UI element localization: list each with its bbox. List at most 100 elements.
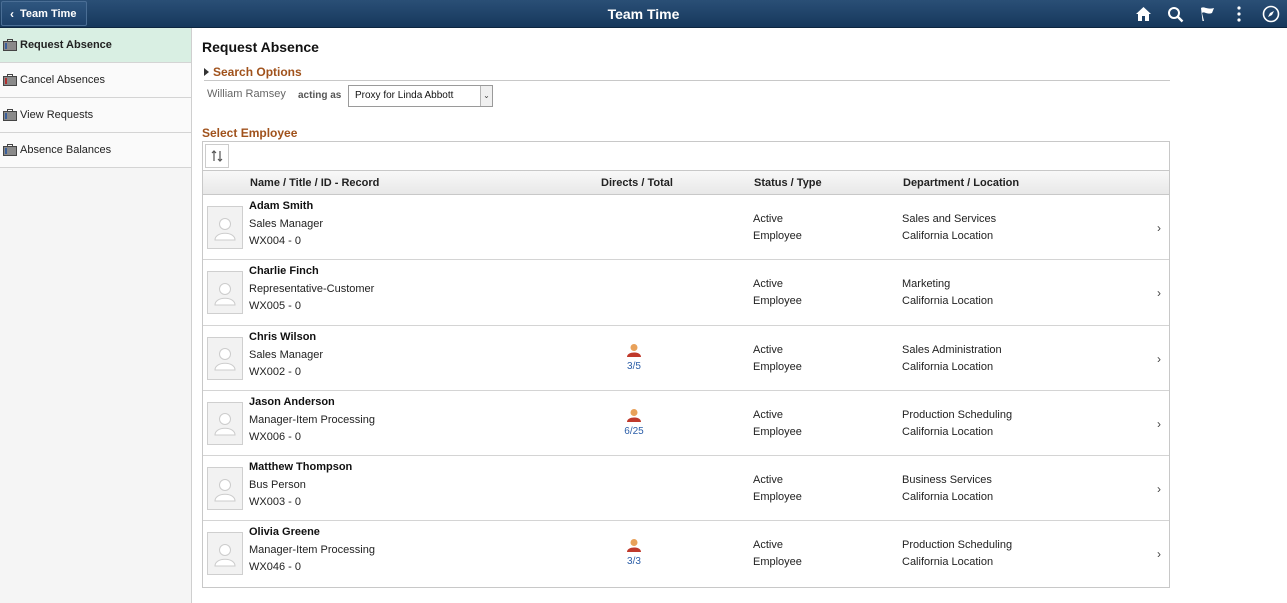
table-row[interactable]: Matthew Thompson Bus Person WX003 - 0 Ac… [203, 456, 1169, 521]
sidebar-item-cancel-absences[interactable]: Cancel Absences [0, 63, 191, 98]
employee-department: Business Services [902, 474, 992, 486]
chevron-right-icon: › [1157, 417, 1161, 431]
employee-status: Active [753, 409, 783, 421]
briefcase-icon [3, 109, 17, 121]
page-header-title: Team Time [0, 0, 1287, 28]
employee-department: Marketing [902, 278, 950, 290]
employee-department: Sales Administration [902, 344, 1002, 356]
employee-title: Manager-Item Processing [249, 414, 375, 426]
avatar [207, 402, 243, 445]
employee-grid: Name / Title / ID - Record Directs / Tot… [202, 141, 1170, 588]
avatar [207, 337, 243, 380]
search-icon[interactable] [1159, 0, 1191, 28]
briefcase-icon [3, 144, 17, 156]
employee-id: WX006 - 0 [249, 431, 301, 443]
employee-id: WX046 - 0 [249, 561, 301, 573]
employee-type: Employee [753, 556, 802, 568]
briefcase-icon [3, 74, 17, 86]
col-header-directs[interactable]: Directs / Total [601, 177, 673, 189]
select-employee-heading: Select Employee [202, 126, 297, 140]
employee-status: Active [753, 213, 783, 225]
employee-name: Adam Smith [249, 200, 313, 212]
acting-as-label: acting as [298, 90, 341, 101]
sidebar-item-label: View Requests [20, 109, 93, 121]
proxy-user-name: William Ramsey [207, 88, 286, 100]
employee-location: California Location [902, 426, 993, 438]
sidebar-item-label: Absence Balances [20, 144, 111, 156]
employee-title: Bus Person [249, 479, 306, 491]
page-title: Request Absence [202, 39, 319, 55]
avatar [207, 467, 243, 510]
employee-location: California Location [902, 230, 993, 242]
team-members-icon [626, 343, 642, 357]
sidebar-item-label: Request Absence [20, 39, 112, 51]
chevron-left-icon: ‹ [10, 8, 14, 20]
directs-link[interactable]: 6/25 [623, 408, 645, 437]
team-members-icon [626, 538, 642, 552]
acting-as-value: Proxy for Linda Abbott [355, 90, 453, 101]
employee-department: Production Scheduling [902, 409, 1012, 421]
home-icon[interactable] [1127, 0, 1159, 28]
employee-id: WX004 - 0 [249, 235, 301, 247]
directs-link[interactable]: 3/5 [623, 343, 645, 372]
acting-as-select[interactable]: Proxy for Linda Abbott ⌄ [348, 85, 493, 107]
employee-location: California Location [902, 556, 993, 568]
chevron-right-icon: › [1157, 286, 1161, 300]
employee-location: California Location [902, 295, 993, 307]
employee-id: WX002 - 0 [249, 366, 301, 378]
table-row[interactable]: Adam Smith Sales Manager WX004 - 0 Activ… [203, 195, 1169, 260]
flag-icon[interactable] [1191, 0, 1223, 28]
employee-location: California Location [902, 491, 993, 503]
caret-right-icon [204, 68, 209, 76]
employee-name: Matthew Thompson [249, 461, 352, 473]
chevron-right-icon: › [1157, 221, 1161, 235]
employee-location: California Location [902, 361, 993, 373]
employee-name: Olivia Greene [249, 526, 320, 538]
sidebar-item-label: Cancel Absences [20, 74, 105, 86]
sidebar-item-view-requests[interactable]: View Requests [0, 98, 191, 133]
col-header-department[interactable]: Department / Location [903, 177, 1019, 189]
employee-status: Active [753, 474, 783, 486]
employee-name: Charlie Finch [249, 265, 319, 277]
sort-icon [211, 150, 223, 162]
employee-type: Employee [753, 426, 802, 438]
employee-type: Employee [753, 295, 802, 307]
avatar [207, 206, 243, 249]
employee-title: Representative-Customer [249, 283, 374, 295]
chevron-down-icon: ⌄ [480, 86, 492, 106]
briefcase-icon [3, 39, 17, 51]
sort-button[interactable] [205, 144, 229, 168]
back-button[interactable]: ‹ Team Time [1, 1, 87, 26]
sidebar-item-absence-balances[interactable]: Absence Balances [0, 133, 191, 168]
back-button-label: Team Time [20, 8, 76, 20]
employee-type: Employee [753, 230, 802, 242]
search-options-toggle[interactable]: Search Options [204, 65, 302, 79]
table-row[interactable]: Jason Anderson Manager-Item Processing W… [203, 391, 1169, 456]
chevron-right-icon: › [1157, 482, 1161, 496]
navbar-compass-icon[interactable] [1255, 0, 1287, 28]
employee-status: Active [753, 278, 783, 290]
grid-column-headers: Name / Title / ID - Record Directs / Tot… [203, 171, 1169, 195]
more-vertical-icon[interactable] [1223, 0, 1255, 28]
table-row[interactable]: Olivia Greene Manager-Item Processing WX… [203, 521, 1169, 586]
employee-name: Jason Anderson [249, 396, 335, 408]
app-header: ‹ Team Time Team Time [0, 0, 1287, 28]
directs-link[interactable]: 3/3 [623, 538, 645, 567]
chevron-right-icon: › [1157, 352, 1161, 366]
table-row[interactable]: Chris Wilson Sales Manager WX002 - 0 3/5… [203, 326, 1169, 391]
sidebar-item-request-absence[interactable]: Request Absence [0, 28, 191, 63]
col-header-status[interactable]: Status / Type [754, 177, 822, 189]
employee-id: WX005 - 0 [249, 300, 301, 312]
employee-status: Active [753, 344, 783, 356]
employee-name: Chris Wilson [249, 331, 316, 343]
employee-status: Active [753, 539, 783, 551]
grid-toolbar [203, 142, 1169, 171]
directs-count: 3/5 [623, 361, 645, 372]
directs-count: 3/3 [623, 556, 645, 567]
employee-title: Sales Manager [249, 218, 323, 230]
table-row[interactable]: Charlie Finch Representative-Customer WX… [203, 260, 1169, 325]
employee-id: WX003 - 0 [249, 496, 301, 508]
employee-department: Sales and Services [902, 213, 996, 225]
col-header-name[interactable]: Name / Title / ID - Record [250, 177, 379, 189]
search-options-label: Search Options [213, 65, 302, 79]
